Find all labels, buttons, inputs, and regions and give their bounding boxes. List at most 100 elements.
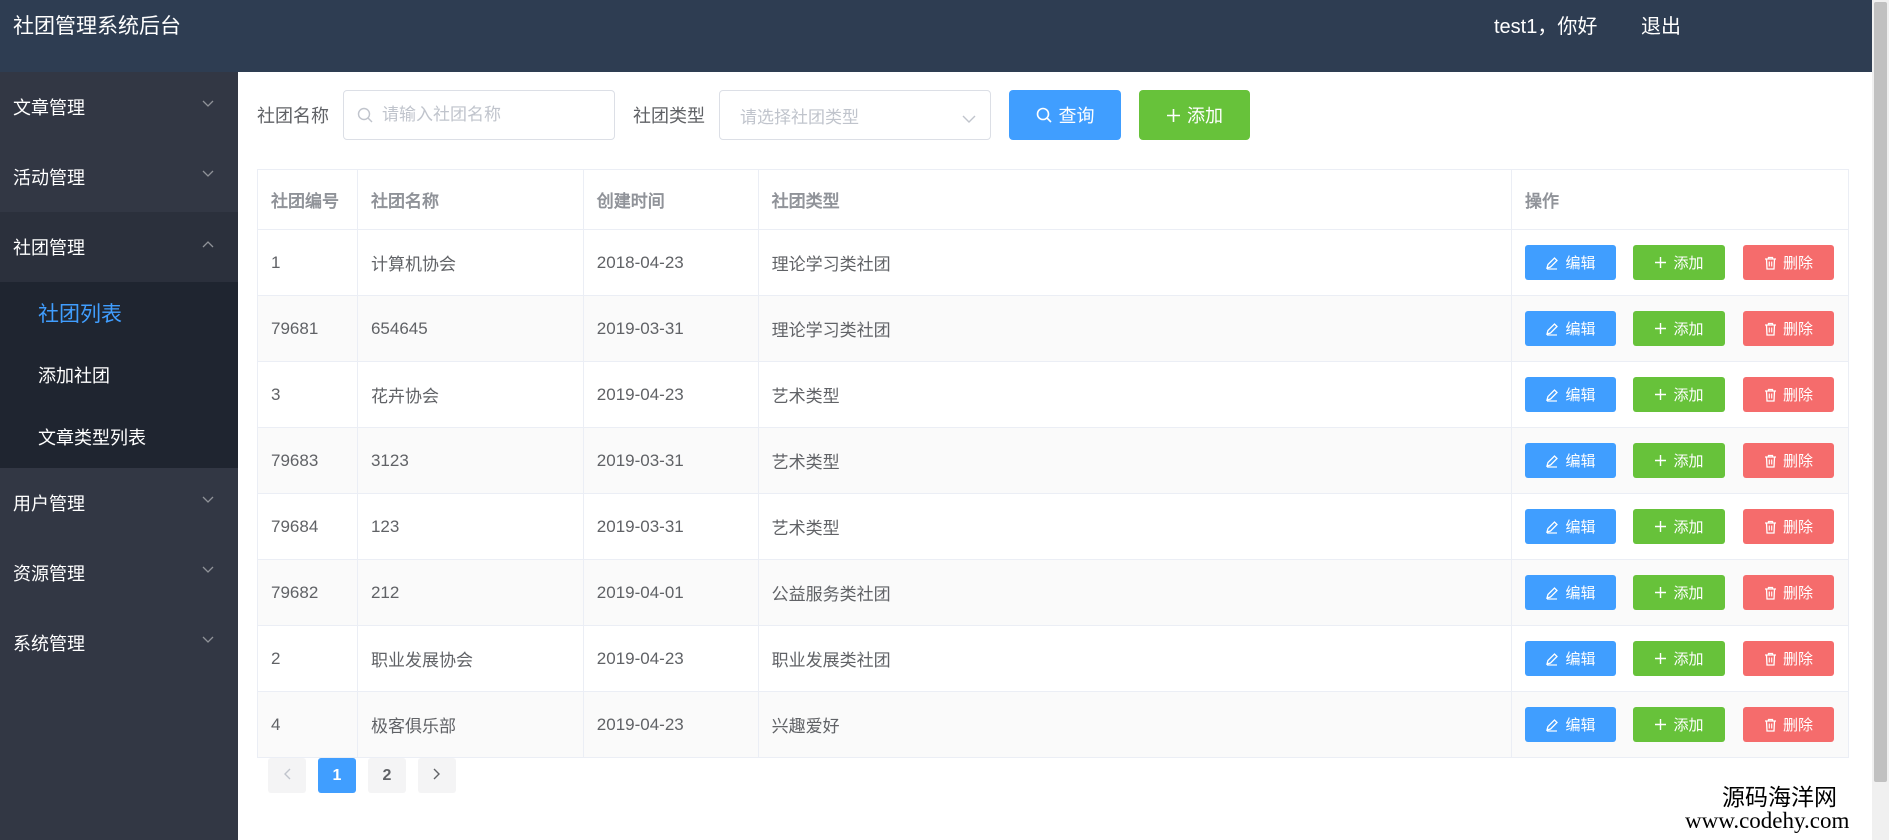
delete-button[interactable]: 删除: [1742, 641, 1834, 676]
edit-button[interactable]: 编辑: [1524, 575, 1616, 610]
add-button[interactable]: 添加: [1632, 707, 1725, 742]
row-actions: 编辑 添加 删除: [1524, 707, 1848, 742]
sidebar-subitem-article-types[interactable]: 文章类型列表: [0, 406, 238, 468]
add-button[interactable]: 添加: [1632, 443, 1725, 478]
cell-created: 2019-04-01: [582, 559, 759, 626]
sidebar-item-articles[interactable]: 文章管理: [0, 72, 238, 142]
club-name-input[interactable]: [344, 91, 614, 139]
delete-button-label: 删除: [1782, 387, 1813, 404]
trash-icon: [1764, 256, 1777, 270]
delete-button[interactable]: 删除: [1742, 575, 1834, 610]
plus-icon: [1654, 322, 1667, 335]
edit-button[interactable]: 编辑: [1524, 443, 1616, 478]
row-actions: 编辑 添加 删除: [1524, 377, 1848, 412]
row-actions: 编辑 添加 删除: [1524, 575, 1848, 610]
next-page-button[interactable]: [418, 758, 456, 793]
edit-button-label: 编辑: [1565, 717, 1596, 734]
query-button[interactable]: 查询: [1009, 90, 1121, 140]
edit-button-label: 编辑: [1565, 519, 1596, 536]
add-button-label: 添加: [1673, 453, 1704, 470]
table-row: 3 花卉协会 2019-04-23 艺术类型 编辑 添加 删除: [257, 361, 1850, 428]
edit-button[interactable]: 编辑: [1524, 311, 1616, 346]
add-button[interactable]: 添加: [1632, 509, 1725, 544]
table-header-row: 社团编号 社团名称 创建时间 社团类型 操作: [257, 169, 1850, 230]
cell-type: 理论学习类社团: [757, 229, 1512, 296]
club-type-placeholder: 请选择社团类型: [740, 107, 859, 127]
add-button[interactable]: 添加: [1632, 311, 1725, 346]
edit-icon: [1545, 652, 1559, 666]
edit-button[interactable]: 编辑: [1524, 641, 1616, 676]
cell-id: 1: [257, 229, 358, 296]
add-button[interactable]: 添加: [1632, 575, 1725, 610]
cell-actions: 编辑 添加 删除: [1510, 559, 1850, 626]
sidebar-item-users[interactable]: 用户管理: [0, 468, 238, 538]
delete-button[interactable]: 删除: [1742, 509, 1834, 544]
cell-type: 艺术类型: [757, 427, 1512, 494]
edit-icon: [1545, 718, 1559, 732]
prev-page-button[interactable]: [268, 758, 306, 793]
add-club-button[interactable]: 添加: [1139, 90, 1250, 140]
cell-id: 79682: [257, 559, 358, 626]
page-button-2[interactable]: 2: [368, 758, 406, 793]
sidebar-item-system[interactable]: 系统管理: [0, 608, 238, 678]
delete-button[interactable]: 删除: [1742, 707, 1834, 742]
sidebar-item-activities[interactable]: 活动管理: [0, 142, 238, 212]
edit-button[interactable]: 编辑: [1524, 245, 1616, 280]
edit-button[interactable]: 编辑: [1524, 377, 1616, 412]
delete-button[interactable]: 删除: [1742, 311, 1834, 346]
scrollbar-thumb[interactable]: [1874, 2, 1887, 782]
cell-created: 2019-04-23: [582, 625, 759, 692]
cell-actions: 编辑 添加 删除: [1510, 625, 1850, 692]
edit-button-label: 编辑: [1565, 321, 1596, 338]
cell-created: 2018-04-23: [582, 229, 759, 296]
cell-created: 2019-03-31: [582, 427, 759, 494]
sidebar-item-resources[interactable]: 资源管理: [0, 538, 238, 608]
edit-button[interactable]: 编辑: [1524, 509, 1616, 544]
add-button-label: 添加: [1673, 651, 1704, 668]
cell-name: 极客俱乐部: [356, 691, 584, 758]
logout-link[interactable]: 退出: [1641, 14, 1681, 40]
delete-button-label: 删除: [1782, 519, 1813, 536]
add-button-label: 添加: [1673, 585, 1704, 602]
edit-icon: [1545, 520, 1559, 534]
row-actions: 编辑 添加 删除: [1524, 245, 1848, 280]
edit-icon: [1545, 322, 1559, 336]
add-button-label: 添加: [1673, 321, 1704, 338]
sidebar-subitem-club-list[interactable]: 社团列表: [0, 282, 238, 344]
user-greeting: test1，你好: [1494, 16, 1598, 38]
cell-actions: 编辑 添加 删除: [1510, 691, 1850, 758]
plus-icon: [1654, 256, 1667, 269]
submenu-clubs: 社团列表 添加社团 文章类型列表: [0, 282, 238, 468]
add-button[interactable]: 添加: [1632, 377, 1725, 412]
table-row: 2 职业发展协会 2019-04-23 职业发展类社团 编辑 添加 删除: [257, 625, 1850, 692]
page-button-1[interactable]: 1: [318, 758, 356, 793]
watermark-line2: www.codehy.com: [1685, 808, 1850, 833]
sidebar-item-clubs[interactable]: 社团管理: [0, 212, 238, 282]
cell-name: 3123: [356, 427, 584, 494]
sidebar-subitem-add-club[interactable]: 添加社团: [0, 344, 238, 406]
delete-button[interactable]: 删除: [1742, 443, 1834, 478]
delete-button[interactable]: 删除: [1742, 245, 1834, 280]
chevron-down-icon: [202, 100, 214, 110]
club-type-select[interactable]: 请选择社团类型: [719, 90, 991, 140]
add-button[interactable]: 添加: [1632, 641, 1725, 676]
trash-icon: [1764, 388, 1777, 402]
app-title: 社团管理系统后台: [13, 15, 181, 38]
cell-name: 计算机协会: [356, 229, 584, 296]
column-header-type: 社团类型: [757, 169, 1512, 230]
add-button-label: 添加: [1673, 255, 1704, 272]
add-button[interactable]: 添加: [1632, 245, 1725, 280]
table-row: 1 计算机协会 2018-04-23 理论学习类社团 编辑 添加 删除: [257, 229, 1850, 296]
edit-button-label: 编辑: [1565, 651, 1596, 668]
edit-button-label: 编辑: [1565, 387, 1596, 404]
cell-actions: 编辑 添加 删除: [1510, 229, 1850, 296]
cell-id: 79684: [257, 493, 358, 560]
edit-button[interactable]: 编辑: [1524, 707, 1616, 742]
cell-created: 2019-03-31: [582, 295, 759, 362]
query-button-label: 查询: [1058, 106, 1095, 126]
club-table: 社团编号 社团名称 创建时间 社团类型 操作 1 计算机协会 2018-04-23 理…: [257, 169, 1850, 758]
cell-actions: 编辑 添加 删除: [1510, 493, 1850, 560]
club-type-label: 社团类型: [633, 106, 705, 126]
delete-button[interactable]: 删除: [1742, 377, 1834, 412]
club-name-field[interactable]: [343, 90, 615, 140]
